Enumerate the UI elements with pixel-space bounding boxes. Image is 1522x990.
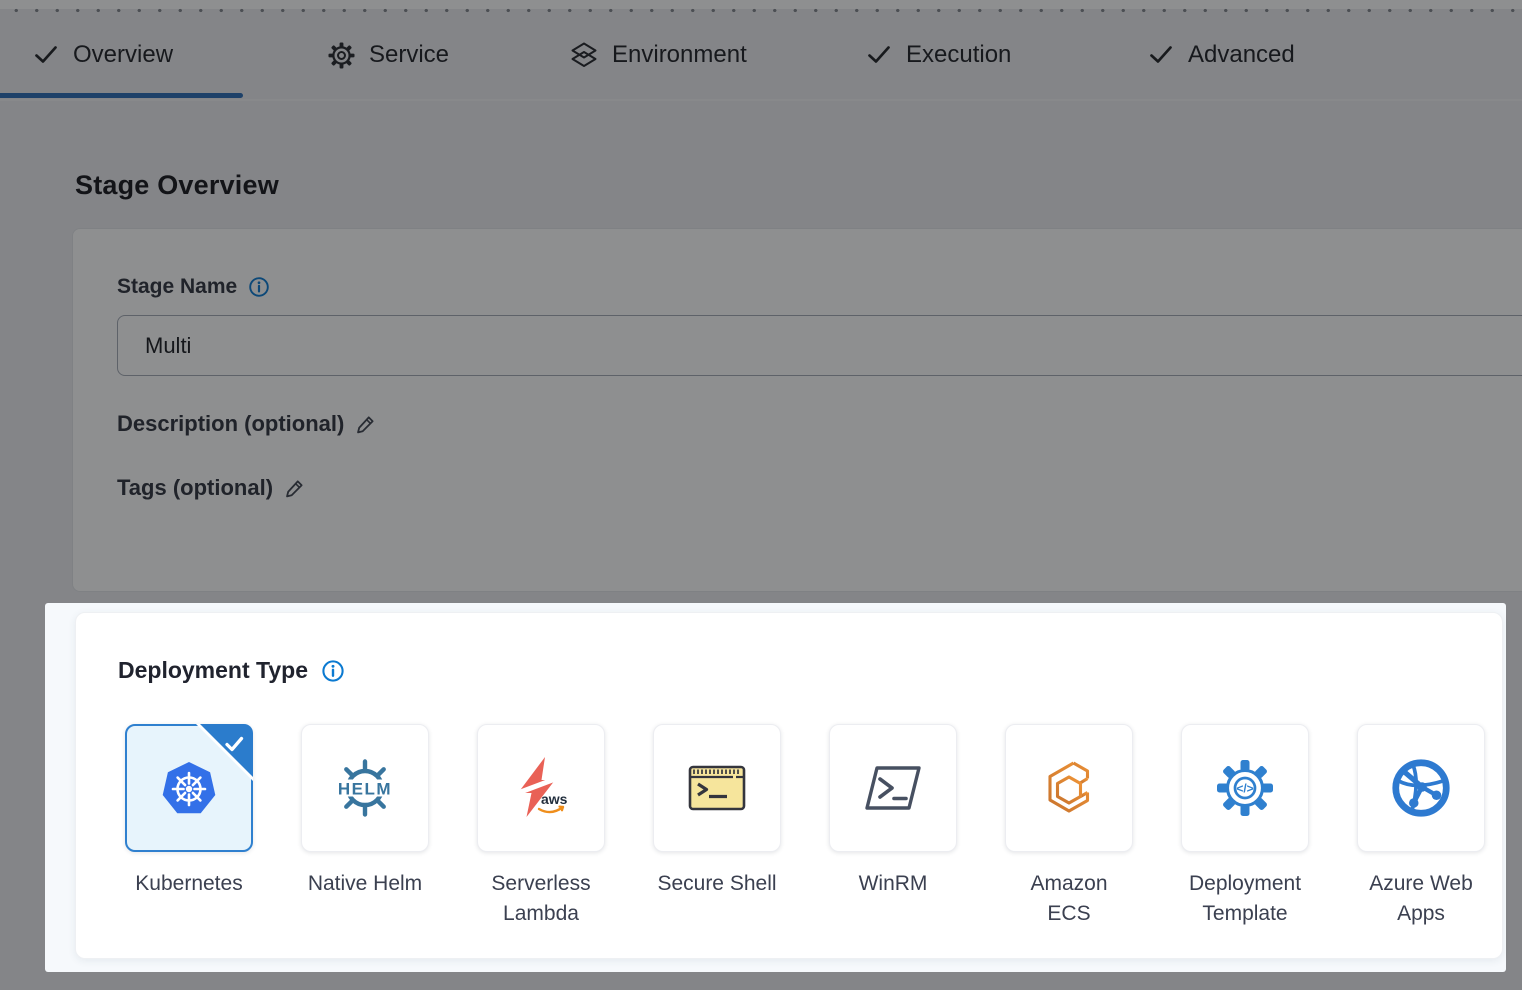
svg-text:aws: aws — [541, 791, 568, 807]
tab-label: Service — [369, 41, 449, 69]
tile-native-helm[interactable]: HELM — [301, 724, 429, 852]
tile-label: Deployment Template — [1160, 869, 1330, 930]
tile-kubernetes[interactable] — [125, 724, 253, 852]
tile-label: Secure Shell — [632, 869, 802, 899]
deployment-option-deployment-template: </> Deployment Template — [1181, 724, 1309, 930]
deployment-type-options: Kubernetes — [125, 724, 1485, 930]
tile-winrm[interactable] — [829, 724, 957, 852]
description-label: Description (optional) — [117, 411, 376, 437]
tab-environment[interactable]: Environment — [570, 13, 747, 97]
info-icon[interactable] — [321, 659, 345, 683]
deployment-option-amazon-ecs: Amazon ECS — [1005, 724, 1133, 930]
deployment-option-serverless-lambda: aws Serverless Lambda — [477, 724, 605, 930]
powershell-icon — [861, 756, 925, 820]
tab-advanced[interactable]: Advanced — [1148, 13, 1295, 97]
tile-serverless-lambda[interactable]: aws — [477, 724, 605, 852]
deployment-type-title: Deployment Type — [118, 657, 345, 684]
deployment-option-winrm: WinRM — [829, 724, 957, 930]
tile-amazon-ecs[interactable] — [1005, 724, 1133, 852]
deployment-option-azure-web-apps: Azure Web Apps — [1357, 724, 1485, 930]
stage-configuration-page: Overview Service Env — [0, 0, 1522, 990]
stage-overview-title: Stage Overview — [75, 170, 279, 201]
amazon-ecs-icon — [1037, 756, 1101, 820]
tab-label: Overview — [73, 41, 173, 69]
tab-label: Environment — [612, 41, 747, 69]
azure-globe-icon — [1388, 755, 1454, 821]
tile-label: Azure Web Apps — [1336, 869, 1506, 930]
tile-deployment-template[interactable]: </> — [1181, 724, 1309, 852]
svg-text:HELM: HELM — [338, 780, 392, 799]
deployment-option-secure-shell: Secure Shell — [653, 724, 781, 930]
tile-label: Native Helm — [280, 869, 450, 899]
helm-icon: HELM — [331, 754, 399, 822]
edit-pencil-icon[interactable] — [284, 478, 305, 499]
stage-overview-card: Stage Name Description (optional) Tags (… — [72, 228, 1522, 592]
tab-label: Execution — [906, 41, 1011, 69]
tile-label: Kubernetes — [104, 869, 274, 899]
check-icon — [33, 42, 59, 68]
tile-secure-shell[interactable] — [653, 724, 781, 852]
deployment-option-native-helm: HELM Native Helm — [301, 724, 429, 930]
stage-name-label: Stage Name — [117, 275, 270, 299]
serverless-lambda-icon: aws — [508, 754, 574, 822]
svg-text:</>: </> — [1236, 782, 1253, 796]
stage-tab-bar: Overview Service Env — [0, 13, 1522, 101]
tile-label: WinRM — [808, 869, 978, 899]
gear-code-icon: </> — [1213, 756, 1277, 820]
tab-service[interactable]: Service — [328, 13, 449, 97]
kubernetes-icon — [157, 756, 221, 820]
edit-pencil-icon[interactable] — [355, 414, 376, 435]
active-tab-underline — [0, 93, 243, 98]
layers-icon — [570, 41, 598, 69]
check-icon — [866, 42, 892, 68]
tab-overview[interactable]: Overview — [33, 13, 173, 97]
info-icon[interactable] — [248, 276, 270, 298]
terminal-icon — [684, 756, 750, 820]
stage-name-input[interactable] — [117, 315, 1522, 376]
gear-icon — [328, 42, 355, 69]
selected-check-icon — [222, 732, 246, 756]
deployment-type-card: Deployment Type — [75, 612, 1503, 959]
deployment-option-kubernetes: Kubernetes — [125, 724, 253, 930]
check-icon — [1148, 42, 1174, 68]
tile-label: Amazon ECS — [984, 869, 1154, 930]
tab-execution[interactable]: Execution — [866, 13, 1011, 97]
spotlight-overlay-panel: Deployment Type — [45, 603, 1506, 972]
tile-label: Serverless Lambda — [456, 869, 626, 930]
tile-azure-web-apps[interactable] — [1357, 724, 1485, 852]
tab-label: Advanced — [1188, 41, 1295, 69]
tags-label: Tags (optional) — [117, 475, 305, 501]
